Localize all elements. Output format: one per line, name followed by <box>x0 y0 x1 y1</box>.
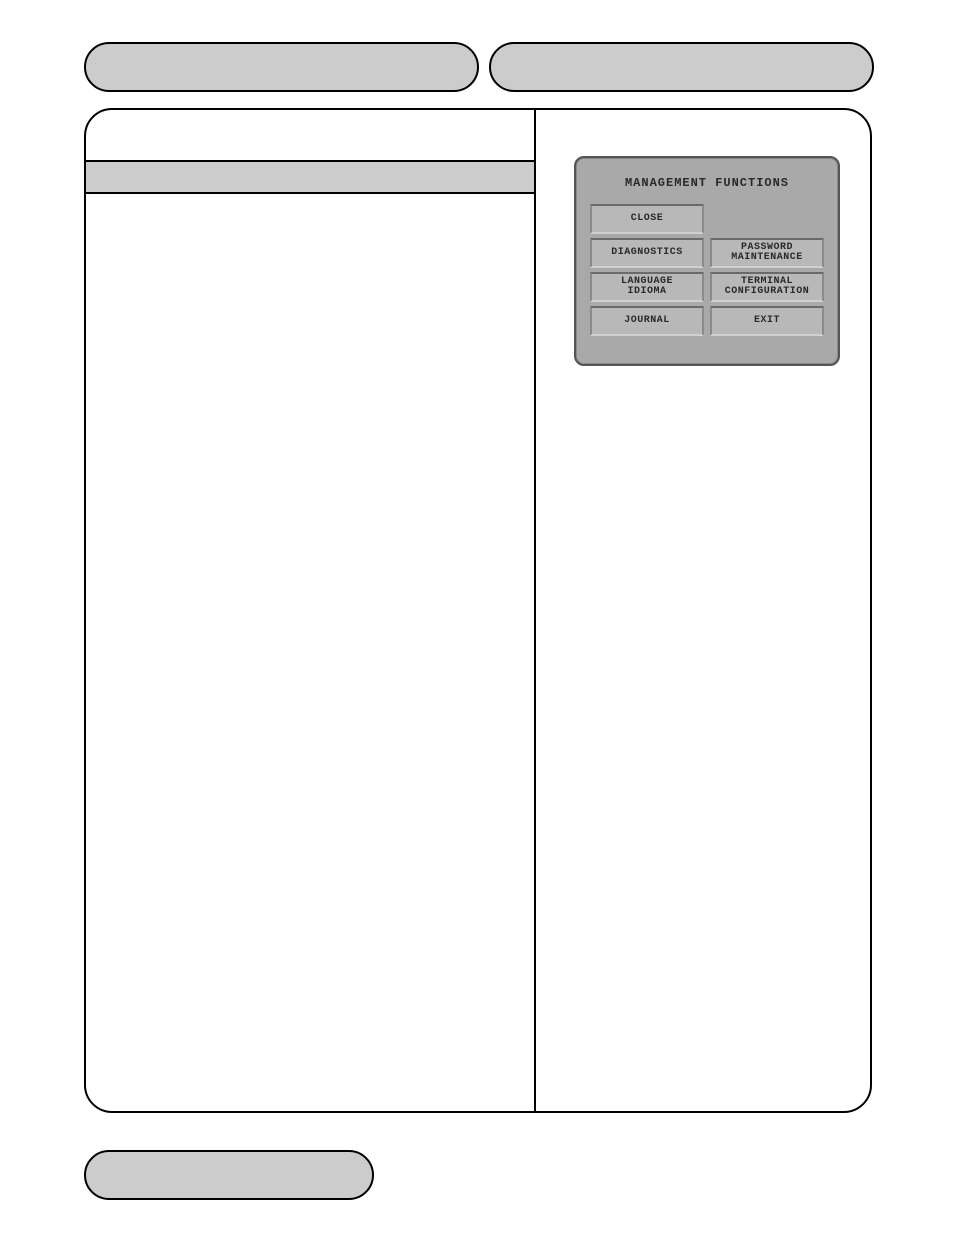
empty-slot <box>710 204 824 234</box>
terminal-title: MANAGEMENT FUNCTIONS <box>584 176 830 190</box>
close-button[interactable]: CLOSE <box>590 204 704 234</box>
terminal-button-grid: CLOSE DIAGNOSTICS PASSWORD MAINTENANCE L… <box>584 204 830 336</box>
password-maintenance-button[interactable]: PASSWORD MAINTENANCE <box>710 238 824 268</box>
language-idioma-button[interactable]: LANGUAGE IDIOMA <box>590 272 704 302</box>
terminal-configuration-button[interactable]: TERMINAL CONFIGURATION <box>710 272 824 302</box>
top-pill-right <box>489 42 874 92</box>
left-header-bar <box>86 160 536 194</box>
top-pill-row <box>84 42 874 92</box>
main-panel: MANAGEMENT FUNCTIONS CLOSE DIAGNOSTICS P… <box>84 108 872 1113</box>
terminal-screen: MANAGEMENT FUNCTIONS CLOSE DIAGNOSTICS P… <box>574 156 840 366</box>
exit-button[interactable]: EXIT <box>710 306 824 336</box>
diagnostics-button[interactable]: DIAGNOSTICS <box>590 238 704 268</box>
journal-button[interactable]: JOURNAL <box>590 306 704 336</box>
bottom-pill <box>84 1150 374 1200</box>
bottom-pill-wrap <box>84 1150 374 1200</box>
vertical-divider <box>534 110 536 1111</box>
top-pill-left <box>84 42 479 92</box>
